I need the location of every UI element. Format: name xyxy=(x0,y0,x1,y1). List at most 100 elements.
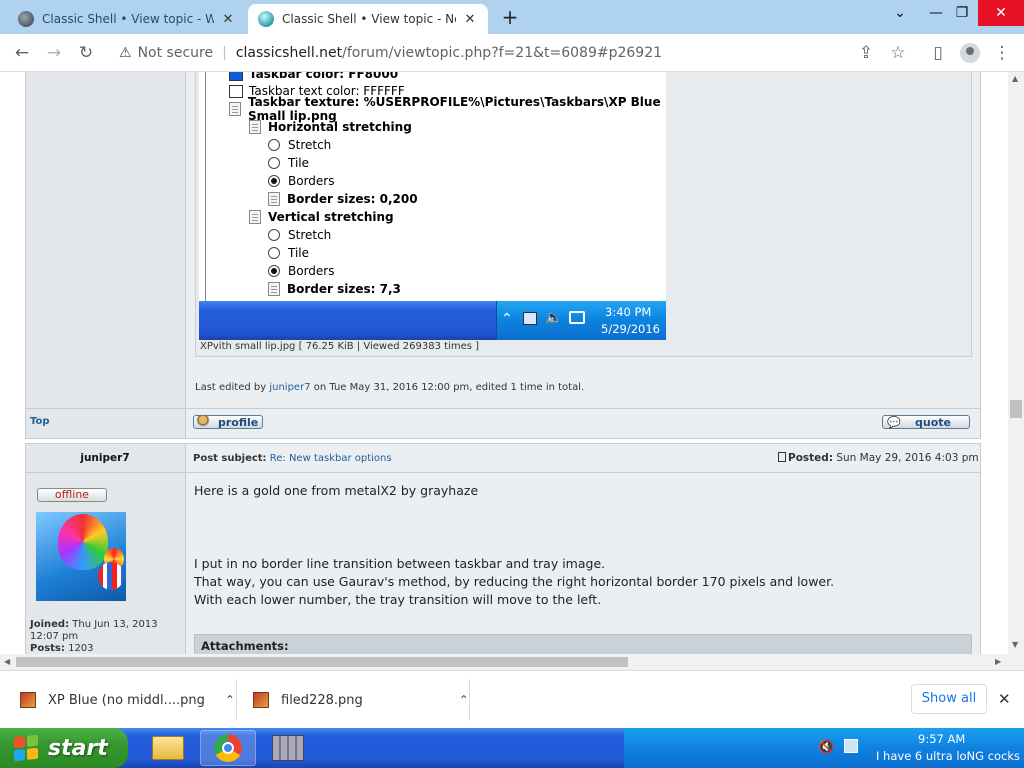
network-icon[interactable] xyxy=(844,739,858,753)
start-button[interactable]: start xyxy=(0,728,128,768)
quote-button[interactable]: 💬 quote xyxy=(882,415,970,429)
folder-icon xyxy=(152,736,184,760)
profile-avatar-icon[interactable] xyxy=(956,41,984,65)
notification-icon xyxy=(569,311,585,324)
chevron-up-icon: ⌃ xyxy=(501,311,513,327)
scroll-up-arrow-icon[interactable]: ▲ xyxy=(1012,74,1018,83)
forward-button[interactable]: → xyxy=(40,41,68,65)
horizontal-stretching-label: Horizontal stretching xyxy=(268,120,412,134)
browser-toolbar: ← → ↻ ⚠ Not secure | classicshell.net /f… xyxy=(0,34,1024,72)
v-stretch-option: Stretch xyxy=(268,226,331,244)
action-row-right xyxy=(185,408,981,438)
restore-button[interactable]: ❐ xyxy=(946,0,978,26)
document-icon xyxy=(249,210,261,224)
download-divider xyxy=(469,679,470,721)
posted-value: Sun May 29, 2016 4:03 pm xyxy=(836,452,979,464)
tab-title: Classic Shell • View topic - Windo xyxy=(42,12,214,26)
warning-icon: ⚠ xyxy=(119,45,132,61)
profile-icon xyxy=(196,415,210,429)
option-label: Borders xyxy=(288,264,335,278)
chevron-up-icon[interactable]: ⌃ xyxy=(459,693,469,707)
edit-note-suffix: on Tue May 31, 2016 12:00 pm, edited 1 t… xyxy=(310,382,585,393)
download-item-1[interactable]: XP Blue (no middl....png ⌃ xyxy=(20,671,235,729)
top-link[interactable]: Top xyxy=(30,416,50,427)
chrome-icon xyxy=(214,734,242,762)
bookmark-star-icon[interactable]: ☆ xyxy=(884,41,912,65)
vertical-scrollbar[interactable]: ▲ ▼ xyxy=(1008,72,1024,654)
attachment-caption: XPvith small lip.jpg [ 76.25 KiB | Viewe… xyxy=(200,341,480,352)
post-author-name[interactable]: juniper7 xyxy=(25,452,185,464)
v-tile-option: Tile xyxy=(268,244,309,262)
document-icon xyxy=(268,282,280,296)
taskbar-texture-row: Taskbar texture: %USERPROFILE%\Pictures\… xyxy=(229,95,666,123)
chevron-up-icon[interactable]: ⌃ xyxy=(225,693,235,707)
border-sizes-text: Border sizes: 7,3 xyxy=(287,282,401,296)
address-bar[interactable]: ⚠ Not secure | classicshell.net /forum/v… xyxy=(109,39,837,67)
security-label: Not secure xyxy=(137,45,214,61)
file-explorer-icon[interactable] xyxy=(140,730,196,766)
profile-button-label: profile xyxy=(218,415,259,429)
share-icon[interactable]: ⇪ xyxy=(852,41,880,65)
close-window-button[interactable]: ✕ xyxy=(978,0,1024,26)
volume-muted-icon[interactable]: 🔇 xyxy=(818,740,834,755)
side-panel-icon[interactable]: ▯ xyxy=(924,41,952,65)
option-label: Stretch xyxy=(288,228,332,242)
attachments-header: Attachments: xyxy=(194,634,972,654)
scroll-down-arrow-icon[interactable]: ▼ xyxy=(1012,640,1018,649)
tab-strip: Classic Shell • View topic - Windo ✕ Cla… xyxy=(0,0,1024,34)
subject-label: Post subject: xyxy=(193,453,267,464)
profile-button[interactable]: profile xyxy=(193,415,263,429)
download-item-2[interactable]: filed228.png ⌃ xyxy=(253,671,469,729)
border-sizes-text: Border sizes: 0,200 xyxy=(287,192,418,206)
scrollbar-thumb[interactable] xyxy=(1010,400,1022,418)
browser-menu-icon[interactable]: ⋮ xyxy=(988,41,1016,65)
address-divider: | xyxy=(222,45,227,61)
attachments-label: Attachments: xyxy=(201,639,289,653)
option-label: Tile xyxy=(288,246,310,260)
option-label: Borders xyxy=(288,174,335,188)
chrome-taskbar-button[interactable] xyxy=(200,730,256,766)
quote-icon: 💬 xyxy=(887,415,901,429)
status-badge: offline xyxy=(37,488,107,502)
option-label: Stretch xyxy=(288,138,332,152)
close-tab-icon[interactable]: ✕ xyxy=(462,12,478,27)
downloads-bar: XP Blue (no middl....png ⌃ filed228.png … xyxy=(0,670,1024,728)
clock-text: I have 6 ultra loNG cocks xyxy=(876,749,1021,763)
close-tab-icon[interactable]: ✕ xyxy=(220,12,236,27)
scroll-left-arrow-icon[interactable]: ◀ xyxy=(4,657,10,666)
horizontal-scrollbar[interactable]: ◀ ▶ xyxy=(0,654,1024,670)
document-icon xyxy=(249,120,261,134)
post-line-4: With each lower number, the tray transit… xyxy=(194,592,602,607)
radio-selected-icon xyxy=(268,175,280,187)
scroll-right-arrow-icon[interactable]: ▶ xyxy=(995,657,1001,666)
globe-icon xyxy=(18,11,34,27)
posts-value: 1203 xyxy=(68,643,94,654)
post-line-1: Here is a gold one from metalX2 by grayh… xyxy=(194,483,479,498)
edit-note-user-link[interactable]: juniper7 xyxy=(269,382,310,393)
image-file-icon xyxy=(20,692,36,708)
tab-classic-shell-new-taskbar[interactable]: Classic Shell • View topic - New t ✕ xyxy=(248,4,488,34)
app-taskbar-button[interactable] xyxy=(260,730,316,766)
attachment-image: Taskbar color: FF8000 Taskbar text color… xyxy=(199,72,666,340)
subject-link[interactable]: Re: New taskbar options xyxy=(270,453,392,464)
show-all-button[interactable]: Show all xyxy=(911,684,987,714)
post-subject: Post subject: Re: New taskbar options xyxy=(193,453,392,464)
image-file-icon xyxy=(253,692,269,708)
post-document-icon[interactable] xyxy=(778,452,786,462)
reload-button[interactable]: ↻ xyxy=(72,41,100,65)
option-label: Tile xyxy=(288,156,310,170)
scrollbar-thumb[interactable] xyxy=(16,657,628,667)
tab-classic-shell-windows[interactable]: Classic Shell • View topic - Windo ✕ xyxy=(8,4,246,34)
tab-title: Classic Shell • View topic - New t xyxy=(282,12,456,26)
posts-info: Posts: 1203 xyxy=(30,643,94,654)
new-tab-button[interactable]: + xyxy=(498,6,522,28)
clock-time[interactable]: 9:57 AM xyxy=(918,732,965,746)
back-button[interactable]: ← xyxy=(8,41,36,65)
document-icon xyxy=(229,102,241,116)
forum-page: Taskbar color: FF8000 Taskbar text color… xyxy=(0,72,1008,654)
close-downloads-icon[interactable]: ✕ xyxy=(998,690,1011,708)
tab-search-icon[interactable]: ⌄ xyxy=(884,0,916,26)
hot-air-balloon-icon xyxy=(98,562,124,590)
download-filename: XP Blue (no middl....png xyxy=(48,692,205,708)
avatar[interactable] xyxy=(36,512,126,601)
